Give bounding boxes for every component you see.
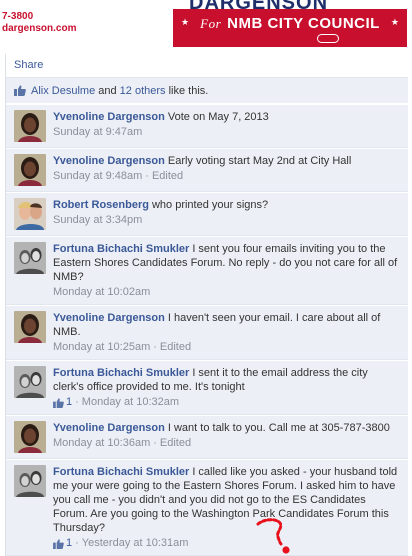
meta-separator: · [145, 170, 149, 182]
comment-author-link[interactable]: Fortuna Bichachi Smukler [53, 466, 189, 478]
fortuna-avatar[interactable] [14, 366, 46, 398]
comment-author-link[interactable]: Yvenoline Dargenson [53, 422, 165, 434]
comment-meta: 1 · Monday at 10:32am [53, 396, 400, 409]
comment-item: Fortuna Bichachi Smukler I sent it to the… [6, 360, 408, 415]
thumbs-up-icon [53, 397, 64, 408]
sign-for: For [200, 16, 222, 31]
comment-like-number: 1 [66, 537, 73, 549]
comment-body: Yvenoline Dargenson I haven't seen your e… [53, 311, 400, 354]
comment-body: Fortuna Bichachi Smukler I sent you four … [53, 242, 400, 299]
comment-timestamp[interactable]: Monday at 10:25am [53, 341, 150, 354]
meta-separator: · [153, 437, 157, 449]
comment-edited-label[interactable]: Edited [160, 341, 191, 354]
comment-item: Fortuna Bichachi Smukler I sent you four … [6, 236, 408, 305]
comment-timestamp[interactable]: Yesterday at 10:31am [82, 537, 189, 550]
likes-and: and [95, 84, 120, 97]
comment-meta: Monday at 10:25am · Edited [53, 341, 400, 354]
comment-text: Early voting start May 2nd at City Hall [167, 155, 352, 167]
comment-like-count[interactable]: 1 [53, 537, 72, 550]
likes-summary: Alix Desulme and 12 others like this. [6, 78, 408, 104]
comment-item: Fortuna Bichachi Smukler I called like yo… [6, 459, 408, 556]
likes-suffix: like this. [165, 84, 209, 97]
comment-meta: Monday at 10:02am [53, 286, 400, 299]
fortuna-avatar[interactable] [14, 242, 46, 274]
comment-item: Yvenoline Dargenson Early voting start Ma… [6, 148, 408, 192]
comment-text: I want to talk to you. Call me at 305-78… [167, 422, 390, 434]
comment-body: Yvenoline Dargenson I want to talk to you… [53, 421, 400, 453]
comment-text: Vote on May 7, 2013 [167, 111, 269, 123]
thumbs-up-icon [53, 538, 64, 549]
star-icon: ★ [390, 17, 399, 27]
yvenoline-avatar[interactable] [14, 311, 46, 343]
union-bug-icon [317, 34, 339, 43]
yvenoline-avatar[interactable] [14, 421, 46, 453]
comment-like-number: 1 [66, 396, 73, 408]
post-action-bar: Share [6, 54, 408, 78]
comment-body: Fortuna Bichachi Smukler I called like yo… [53, 465, 400, 550]
comment-item: Robert Rosenberg who printed your signs? S… [6, 192, 408, 236]
others-link[interactable]: 12 others [120, 85, 166, 97]
comment-meta: Monday at 10:36am · Edited [53, 437, 400, 450]
comment-timestamp[interactable]: Sunday at 9:48am [53, 170, 142, 183]
comment-meta: Sunday at 9:48am · Edited [53, 170, 400, 183]
comment-like-count[interactable]: 1 [53, 396, 72, 409]
comment-timestamp[interactable]: Monday at 10:02am [53, 286, 150, 299]
comment-timestamp[interactable]: Sunday at 3:34pm [53, 214, 142, 227]
thumbs-up-icon [14, 85, 26, 96]
liker-link[interactable]: Alix Desulme [31, 85, 95, 97]
post-image-strip: 7-3800 dargenson.com DARGENSON ★ For NMB … [0, 0, 412, 52]
comment-author-link[interactable]: Robert Rosenberg [53, 199, 149, 211]
campaign-sign-image[interactable]: DARGENSON ★ For NMB CITY COUNCIL ★ [173, 0, 407, 47]
yvenoline-avatar[interactable] [14, 110, 46, 142]
sign-candidate-name: DARGENSON [189, 0, 329, 14]
comment-author-link[interactable]: Yvenoline Dargenson [53, 155, 165, 167]
comment-body: Yvenoline Dargenson Early voting start Ma… [53, 154, 400, 186]
yvenoline-avatar[interactable] [14, 154, 46, 186]
banner-phone: 7-3800 [2, 11, 34, 22]
comment-item: Yvenoline Dargenson Vote on May 7, 2013 Su… [6, 104, 408, 148]
robert-avatar[interactable] [14, 198, 46, 230]
comment-list: Yvenoline Dargenson Vote on May 7, 2013 Su… [6, 104, 408, 556]
comment-feed: Share Alix Desulme and 12 others like th… [5, 54, 408, 556]
sign-subtitle: For NMB CITY COUNCIL [173, 15, 407, 32]
comment-timestamp[interactable]: Sunday at 9:47am [53, 126, 142, 139]
sign-office: NMB CITY COUNCIL [227, 15, 380, 32]
meta-separator: · [75, 537, 79, 549]
comment-meta: 1 · Yesterday at 10:31am [53, 537, 400, 550]
comment-meta: Sunday at 9:47am [53, 126, 400, 139]
comment-timestamp[interactable]: Monday at 10:36am [53, 437, 150, 450]
comment-body: Robert Rosenberg who printed your signs? S… [53, 198, 400, 230]
likes-text: Alix Desulme and 12 others like this. [31, 85, 208, 97]
share-link[interactable]: Share [14, 59, 43, 71]
comment-body: Yvenoline Dargenson Vote on May 7, 2013 Su… [53, 110, 400, 142]
fortuna-avatar[interactable] [14, 465, 46, 497]
comment-author-link[interactable]: Fortuna Bichachi Smukler [53, 367, 189, 379]
red-question-mark-annotation [256, 518, 290, 554]
comment-author-link[interactable]: Yvenoline Dargenson [53, 312, 165, 324]
meta-separator: · [75, 396, 79, 408]
comment-text: who printed your signs? [151, 199, 269, 211]
comment-author-link[interactable]: Fortuna Bichachi Smukler [53, 243, 189, 255]
comment-item: Yvenoline Dargenson I want to talk to you… [6, 415, 408, 459]
meta-separator: · [153, 341, 157, 353]
comment-timestamp[interactable]: Monday at 10:32am [82, 396, 179, 409]
banner-website: dargenson.com [2, 23, 77, 34]
comment-edited-label[interactable]: Edited [152, 170, 183, 183]
comment-meta: Sunday at 3:34pm [53, 214, 400, 227]
comment-edited-label[interactable]: Edited [160, 437, 191, 450]
comment-item: Yvenoline Dargenson I haven't seen your e… [6, 305, 408, 360]
comment-author-link[interactable]: Yvenoline Dargenson [53, 111, 165, 123]
comment-body: Fortuna Bichachi Smukler I sent it to the… [53, 366, 400, 409]
